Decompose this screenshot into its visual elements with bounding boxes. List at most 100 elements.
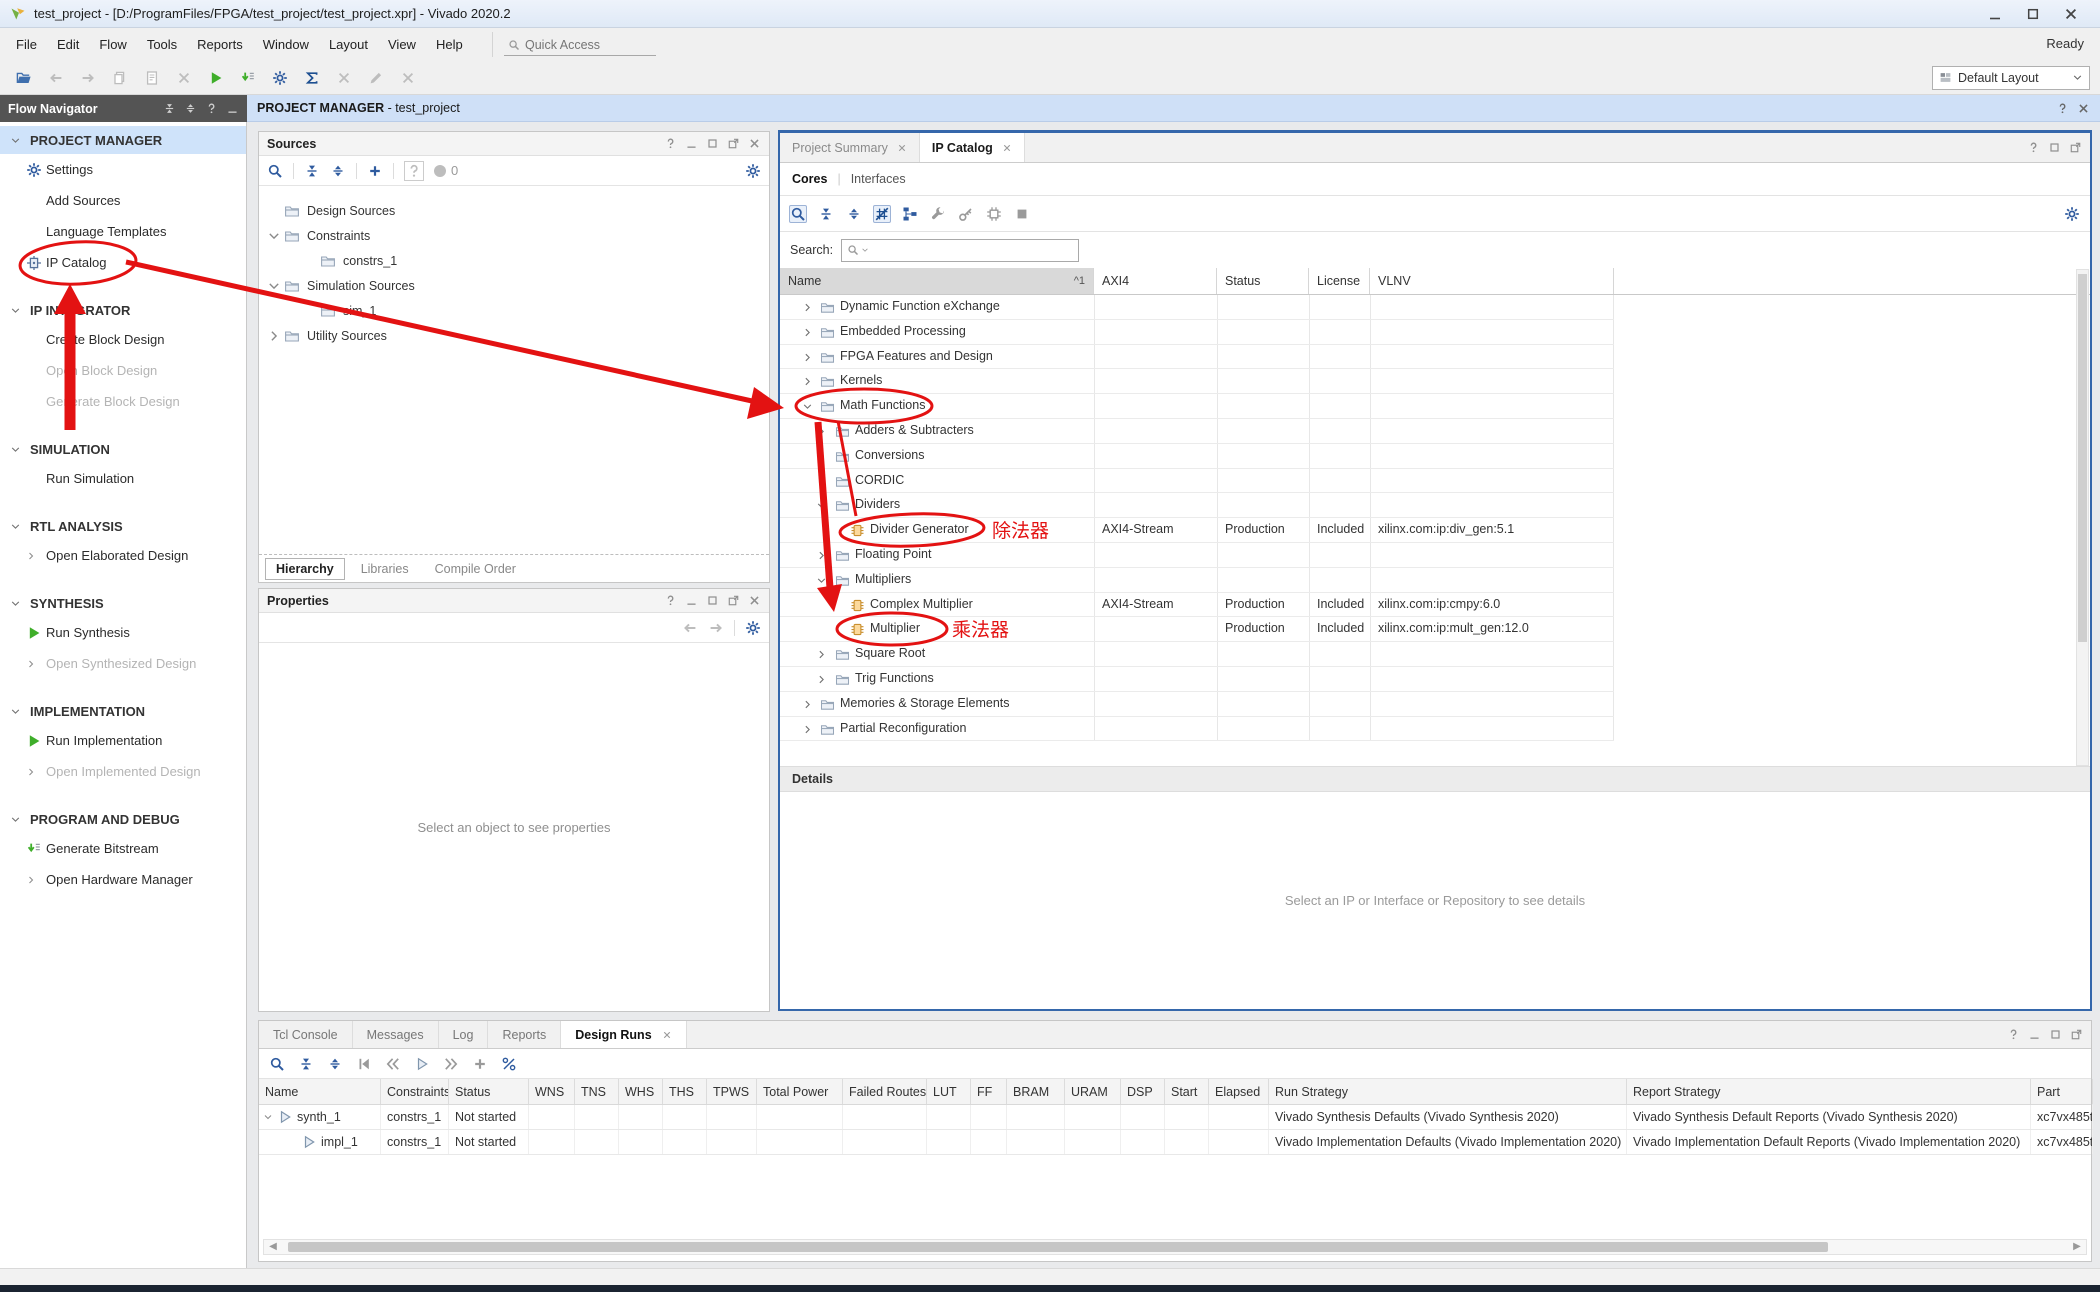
sidebar-section-header-rtl-analysis[interactable]: RTL ANALYSIS (0, 512, 246, 540)
chevron-down-icon[interactable] (816, 500, 827, 511)
settings-icon[interactable] (272, 70, 288, 86)
delete-icon[interactable] (176, 70, 192, 86)
column-header-report-strategy[interactable]: Report Strategy (1627, 1079, 2031, 1104)
menu-item-layout[interactable]: Layout (319, 32, 378, 57)
float-icon[interactable] (727, 594, 740, 607)
help-icon[interactable] (2027, 141, 2040, 154)
column-header-part[interactable]: Part (2031, 1079, 2093, 1104)
sidebar-item-add-sources[interactable]: Add Sources (0, 185, 246, 216)
chevron-right-icon[interactable] (816, 426, 827, 437)
chevron-right-icon[interactable] (816, 649, 827, 660)
ip-row-complex-multiplier[interactable]: Complex MultiplierAXI4-StreamProductionI… (780, 593, 1614, 618)
close-icon[interactable] (748, 137, 761, 150)
report-summary-icon[interactable] (304, 70, 320, 86)
sidebar-item-open-implemented-design[interactable]: Open Implemented Design (0, 756, 246, 787)
tab-log[interactable]: Log (439, 1021, 489, 1048)
column-header-license[interactable]: License (1309, 268, 1370, 294)
minimize-icon[interactable] (685, 137, 698, 150)
float-icon[interactable] (2070, 1028, 2083, 1041)
sources-tab-hierarchy[interactable]: Hierarchy (265, 558, 345, 580)
column-header-status[interactable]: Status (1217, 268, 1309, 294)
chevron-down-icon[interactable] (802, 401, 813, 412)
chip-icon[interactable] (986, 206, 1002, 222)
column-header-vlnv[interactable]: VLNV (1370, 268, 1614, 294)
sidebar-item-generate-block-design[interactable]: Generate Block Design (0, 386, 246, 417)
chevron-right-icon[interactable] (816, 451, 827, 462)
maximize-icon[interactable] (2048, 141, 2061, 154)
window-minimize-button[interactable] (1976, 2, 2014, 26)
design-run-row-impl-1[interactable]: impl_1constrs_1Not startedVivado Impleme… (259, 1130, 2091, 1155)
ip-row-floating-point[interactable]: Floating Point (780, 543, 1614, 568)
minimize-icon[interactable] (226, 102, 239, 115)
plus-icon[interactable] (472, 1056, 488, 1072)
ip-row-square-root[interactable]: Square Root (780, 642, 1614, 667)
add-sources-icon[interactable] (367, 163, 383, 179)
sidebar-section-header-ip-integrator[interactable]: IP INTEGRATOR (0, 296, 246, 324)
column-header-wns[interactable]: WNS (529, 1079, 575, 1104)
search-icon[interactable] (790, 206, 806, 222)
sidebar-section-header-program-and-debug[interactable]: PROGRAM AND DEBUG (0, 805, 246, 833)
ip-row-math-functions[interactable]: Math Functions (780, 394, 1614, 419)
ip-row-fpga-features-and-design[interactable]: FPGA Features and Design (780, 345, 1614, 370)
sidebar-item-settings[interactable]: Settings (0, 154, 246, 185)
ip-row-cordic[interactable]: CORDIC (780, 469, 1614, 494)
ip-row-divider-generator[interactable]: Divider GeneratorAXI4-StreamProductionIn… (780, 518, 1614, 543)
step-back-icon[interactable] (385, 1056, 401, 1072)
sidebar-item-open-block-design[interactable]: Open Block Design (0, 355, 246, 386)
tab-project-summary[interactable]: Project Summary (780, 133, 920, 162)
sidebar-item-create-block-design[interactable]: Create Block Design (0, 324, 246, 355)
collapse-icon[interactable] (298, 1056, 314, 1072)
chevron-right-icon[interactable] (802, 302, 813, 313)
source-tree-item-simulation-sources[interactable]: Simulation Sources (259, 273, 769, 298)
sidebar-item-open-synthesized-design[interactable]: Open Synthesized Design (0, 648, 246, 679)
sidebar-item-run-simulation[interactable]: Run Simulation (0, 463, 246, 494)
sources-tab-libraries[interactable]: Libraries (351, 559, 419, 579)
ip-row-dynamic-function-exchange[interactable]: Dynamic Function eXchange (780, 295, 1614, 320)
column-header-run-strategy[interactable]: Run Strategy (1269, 1079, 1627, 1104)
sidebar-item-language-templates[interactable]: Language Templates (0, 216, 246, 247)
expand-icon[interactable] (846, 206, 862, 222)
maximize-icon[interactable] (706, 137, 719, 150)
paste-icon[interactable] (144, 70, 160, 86)
chevron-right-icon[interactable] (816, 476, 827, 487)
collapse-icon[interactable] (163, 102, 176, 115)
ip-row-dividers[interactable]: Dividers (780, 493, 1614, 518)
layout-selector[interactable]: Default Layout (1932, 66, 2090, 90)
minimize-icon[interactable] (2028, 1028, 2041, 1041)
float-icon[interactable] (2069, 141, 2082, 154)
source-tree-item-design-sources[interactable]: Design Sources (259, 198, 769, 223)
vertical-scrollbar[interactable] (2076, 269, 2089, 766)
edit-icon[interactable] (368, 70, 384, 86)
source-tree-item-utility-sources[interactable]: Utility Sources (259, 323, 769, 348)
scrollbar-thumb[interactable] (2078, 274, 2087, 642)
column-header-tns[interactable]: TNS (575, 1079, 619, 1104)
column-header-uram[interactable]: URAM (1065, 1079, 1121, 1104)
generate-bitstream-icon[interactable] (240, 70, 256, 86)
menu-item-edit[interactable]: Edit (47, 32, 89, 57)
gear-icon[interactable] (745, 163, 761, 179)
sidebar-section-header-implementation[interactable]: IMPLEMENTATION (0, 697, 246, 725)
maximize-icon[interactable] (2049, 1028, 2062, 1041)
close-icon[interactable] (2077, 102, 2090, 115)
window-close-button[interactable] (2052, 2, 2090, 26)
window-maximize-button[interactable] (2014, 2, 2052, 26)
collapse-icon[interactable] (818, 206, 834, 222)
menu-item-tools[interactable]: Tools (137, 32, 187, 57)
subtab-cores[interactable]: Cores (792, 172, 827, 186)
collapse-all-icon[interactable] (304, 163, 320, 179)
percent-icon[interactable] (501, 1056, 517, 1072)
close-icon[interactable] (662, 1030, 672, 1040)
help-icon[interactable] (2007, 1028, 2020, 1041)
quick-access-search[interactable] (504, 34, 656, 56)
sidebar-section-header-synthesis[interactable]: SYNTHESIS (0, 589, 246, 617)
column-header-status[interactable]: Status (449, 1079, 529, 1104)
forward-icon[interactable] (708, 620, 724, 636)
design-run-row-synth-1[interactable]: synth_1constrs_1Not startedVivado Synthe… (259, 1105, 2091, 1130)
subtab-interfaces[interactable]: Interfaces (851, 172, 906, 186)
column-header-start[interactable]: Start (1165, 1079, 1209, 1104)
ip-row-embedded-processing[interactable]: Embedded Processing (780, 320, 1614, 345)
menu-item-file[interactable]: File (6, 32, 47, 57)
gear-icon[interactable] (745, 620, 761, 636)
menu-item-flow[interactable]: Flow (89, 32, 136, 57)
chevron-right-icon[interactable] (802, 699, 813, 710)
